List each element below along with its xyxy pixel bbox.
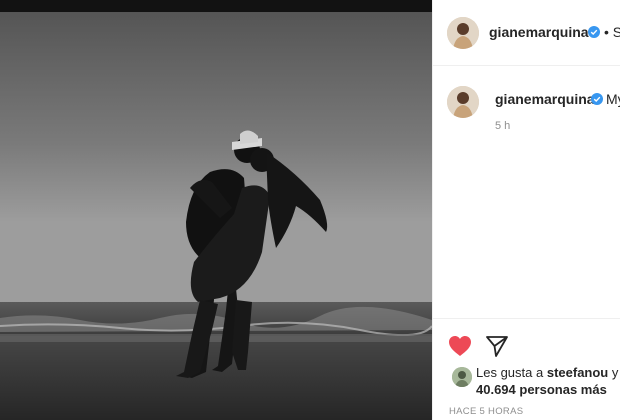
post-photo[interactable] [0,0,432,420]
likes-summary: Les gusta a steefanou y [476,365,618,380]
follow-area: • S [604,24,620,40]
follow-button[interactable]: S [613,24,620,40]
verified-badge-icon [588,26,600,38]
likes-count[interactable]: 40.694 personas más [476,382,607,397]
post-photo-image [0,0,432,420]
caption-avatar[interactable] [447,86,479,118]
heart-filled-icon[interactable] [448,335,472,357]
caption-time[interactable]: 5 h [495,120,510,132]
caption-username[interactable]: gianemarquina [495,91,595,107]
owner-avatar-image [447,17,479,49]
posted-ago[interactable]: HACE 5 HORAS [449,406,523,417]
caption-verified-badge-icon [591,93,603,105]
caption-avatar-image [447,86,479,118]
post-side-panel: gianemarquina • S gianemarquina My 5 h [432,0,620,420]
post-actions: Les gusta a steefanou y 40.694 personas … [433,318,620,420]
liker-avatar[interactable] [452,367,472,387]
likes-count-line: 40.694 personas más [476,382,607,397]
paper-plane-icon[interactable] [485,334,509,358]
owner-avatar[interactable] [447,17,479,49]
caption-text: My [606,91,620,107]
owner-username[interactable]: gianemarquina [489,24,589,40]
liker-avatar-image [452,367,472,387]
follow-separator: • [604,24,609,40]
liker-username[interactable]: steefanou [547,365,608,380]
likes-prefix: Les gusta a [476,365,544,380]
likes-conjunction: y [611,365,619,380]
post-header: gianemarquina • S [433,0,620,66]
